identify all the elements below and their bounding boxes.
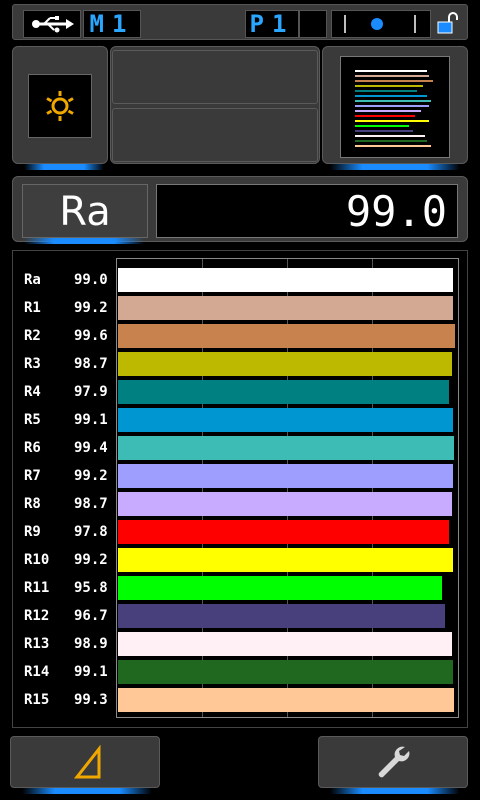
cri-bar [118, 464, 454, 488]
cri-row-r10: R10 99.2 [0, 546, 480, 574]
cri-label: R3 [24, 356, 41, 372]
cri-label: R5 [24, 412, 41, 428]
cri-bar [118, 660, 453, 684]
selection-glow [330, 164, 460, 170]
info-slot-upper [112, 50, 318, 104]
cri-bar [118, 604, 445, 628]
cri-bar [118, 324, 455, 348]
info-slot-lower [112, 108, 318, 162]
cri-label: Ra [24, 272, 41, 288]
cri-row-r15: R15 99.3 [0, 686, 480, 714]
cri-label: R13 [24, 636, 50, 652]
cri-bar [118, 380, 449, 404]
light-source-icon [28, 74, 92, 138]
cri-value: 97.8 [74, 524, 108, 540]
cri-bar [118, 632, 453, 656]
cri-label: R4 [24, 384, 41, 400]
wrench-icon [378, 746, 410, 778]
cri-row-r8: R8 98.7 [0, 490, 480, 518]
status-bar: M1 P1 [12, 4, 468, 40]
cri-label: R6 [24, 440, 41, 456]
cri-bar [118, 548, 454, 572]
cri-bar [118, 352, 452, 376]
cri-bar [118, 296, 454, 320]
cri-row-ra: Ra 99.0 [0, 266, 480, 294]
cri-rows: Ra 99.0 R1 99.2 R2 99.6 R3 98.7 R4 97.9 R5 99.1 R6 99… [0, 266, 480, 714]
cri-row-r7: R7 99.2 [0, 462, 480, 490]
cri-value: 99.1 [74, 664, 108, 680]
cri-label: R2 [24, 328, 41, 344]
triangle-icon [73, 744, 101, 779]
cri-row-r6: R6 99.4 [0, 434, 480, 462]
cri-value: 98.9 [74, 636, 108, 652]
cri-value: 99.2 [74, 468, 108, 484]
memory-mode-display[interactable]: M1 [83, 10, 141, 38]
blank-indicator [299, 10, 327, 38]
cri-label: R8 [24, 496, 41, 512]
cri-row-r14: R14 99.1 [0, 658, 480, 686]
cri-bar [118, 688, 454, 712]
cri-label: R14 [24, 664, 50, 680]
cri-label: R10 [24, 552, 50, 568]
selection-glow [24, 238, 144, 244]
cri-value: 99.6 [74, 328, 108, 344]
cri-row-r13: R13 98.9 [0, 630, 480, 658]
selection-glow [330, 788, 460, 794]
cri-value: 98.7 [74, 496, 108, 512]
cri-label: R15 [24, 692, 50, 708]
cri-bar [118, 436, 454, 460]
cri-value: 95.8 [74, 580, 108, 596]
ra-label[interactable]: Ra [22, 184, 148, 238]
ra-value: 99.0 [156, 184, 458, 238]
cri-value: 96.7 [74, 608, 108, 624]
cri-value: 99.0 [74, 272, 108, 288]
cri-label: R7 [24, 468, 41, 484]
cri-value: 99.4 [74, 440, 108, 456]
cri-row-r12: R12 96.7 [0, 602, 480, 630]
settings-button[interactable] [318, 736, 468, 788]
cri-row-r3: R3 98.7 [0, 350, 480, 378]
cri-value: 98.7 [74, 356, 108, 372]
unlock-icon[interactable] [435, 10, 461, 40]
cri-row-r11: R11 95.8 [0, 574, 480, 602]
cri-bar [118, 492, 452, 516]
cri-label: R11 [24, 580, 50, 596]
usb-icon [23, 10, 81, 38]
program-display[interactable]: P1 [245, 10, 299, 38]
triangle-button[interactable] [10, 736, 160, 788]
cri-label: R1 [24, 300, 41, 316]
cri-label: R12 [24, 608, 50, 624]
selection-glow [24, 164, 104, 170]
cri-value: 99.3 [74, 692, 108, 708]
cri-value: 99.2 [74, 552, 108, 568]
cri-bar [118, 520, 449, 544]
cri-row-r9: R9 97.8 [0, 518, 480, 546]
level-indicator [331, 10, 431, 38]
cri-bar [118, 408, 453, 432]
cri-row-r2: R2 99.6 [0, 322, 480, 350]
cri-label: R9 [24, 524, 41, 540]
cri-list-thumbnail [340, 56, 450, 158]
cri-row-r4: R4 97.9 [0, 378, 480, 406]
cri-bar [118, 268, 453, 292]
cri-value: 97.9 [74, 384, 108, 400]
cri-value: 99.2 [74, 300, 108, 316]
cri-value: 99.1 [74, 412, 108, 428]
cri-row-r5: R5 99.1 [0, 406, 480, 434]
cri-row-r1: R1 99.2 [0, 294, 480, 322]
selection-glow [22, 788, 152, 794]
cri-bar [118, 576, 442, 600]
